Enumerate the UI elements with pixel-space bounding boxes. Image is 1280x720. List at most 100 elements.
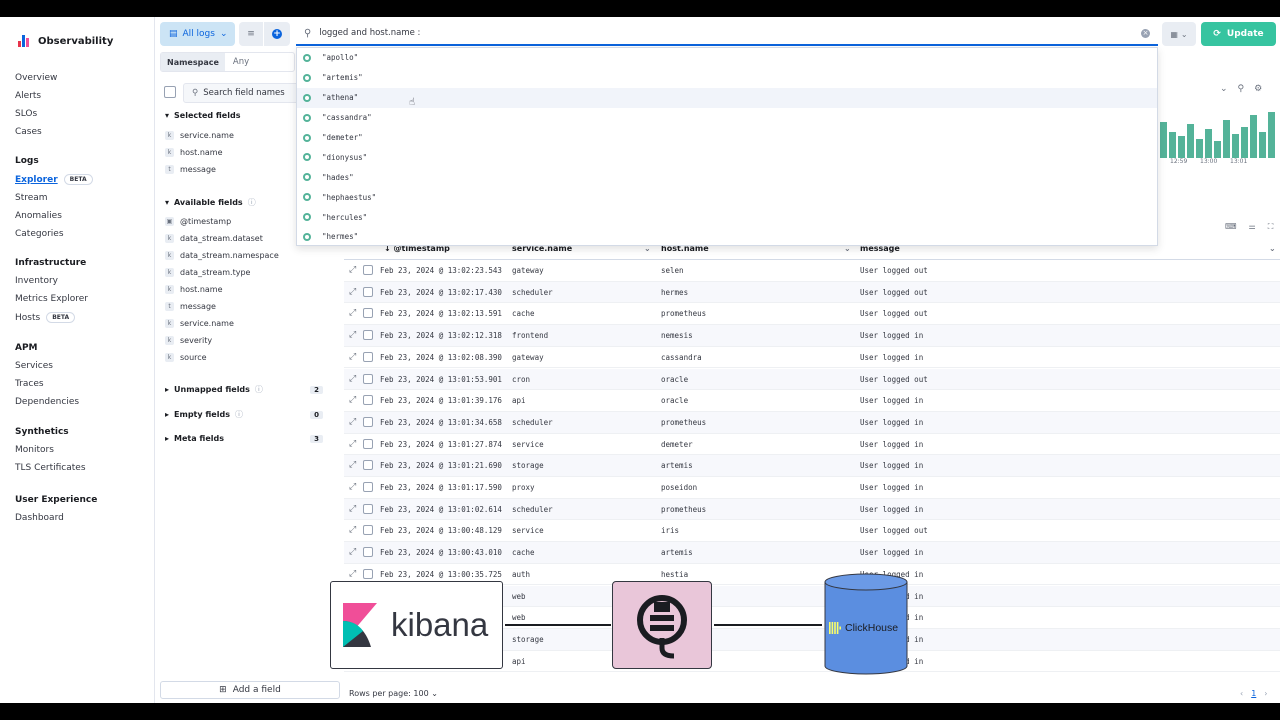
fullscreen-icon[interactable]: ⛶ xyxy=(1268,222,1274,232)
data-view-selector[interactable]: ▤ All logs ⌄ xyxy=(160,22,235,46)
table-row[interactable]: ⤢ Feb 23, 2024 @ 13:02:23.543 gateway selen… xyxy=(344,260,1280,282)
table-row[interactable]: ⤢ Feb 23, 2024 @ 13:02:13.591 cache prometh… xyxy=(344,303,1280,326)
nav-item-metrics-explorer[interactable]: Metrics Explorer xyxy=(15,294,88,304)
expand-row-icon[interactable]: ⤢ xyxy=(349,525,356,535)
expand-row-icon[interactable]: ⤢ xyxy=(349,287,356,297)
row-checkbox[interactable] xyxy=(363,373,373,384)
field-item[interactable]: t message xyxy=(165,302,216,311)
field-item[interactable]: k service.name xyxy=(165,131,234,140)
keyboard-icon[interactable]: ⌨ xyxy=(1225,222,1237,232)
suggestion-item[interactable]: "hephaestus" xyxy=(297,187,1157,207)
page-number[interactable]: 1 xyxy=(1251,689,1256,698)
nav-item-stream[interactable]: Stream xyxy=(15,193,93,203)
date-picker-button[interactable]: ▦ ⌄ xyxy=(1162,22,1196,46)
suggestion-item[interactable]: "cassandra" xyxy=(297,108,1157,128)
suggestion-item[interactable]: "hades" xyxy=(297,167,1157,187)
expand-row-icon[interactable]: ⤢ xyxy=(349,439,356,449)
inspect-icon[interactable]: ⚲ xyxy=(1238,84,1245,94)
namespace-filter[interactable]: Namespace Any xyxy=(160,52,295,72)
suggestion-item[interactable]: "dionysus" xyxy=(297,147,1157,167)
row-checkbox[interactable] xyxy=(363,525,373,536)
suggestion-item[interactable]: "hercules" xyxy=(297,207,1157,227)
row-checkbox[interactable] xyxy=(363,460,373,471)
meta-fields-toggle[interactable]: ▸ Meta fields 3 xyxy=(165,434,333,443)
nav-item-traces[interactable]: Traces xyxy=(15,379,79,389)
chevron-down-icon[interactable]: ⌄ xyxy=(1220,84,1228,94)
table-row[interactable]: ⤢ Feb 23, 2024 @ 13:01:27.874 service demet… xyxy=(344,434,1280,456)
expand-row-icon[interactable]: ⤢ xyxy=(349,417,356,427)
table-row[interactable]: ⤢ Feb 23, 2024 @ 13:00:48.129 service iris U… xyxy=(344,520,1280,543)
row-checkbox[interactable] xyxy=(363,265,373,275)
add-filter-button[interactable]: + xyxy=(264,22,290,46)
nav-item-anomalies[interactable]: Anomalies xyxy=(15,211,93,221)
table-row[interactable]: ⤢ Feb 23, 2024 @ 13:01:21.690 storage artem… xyxy=(344,455,1280,477)
suggestion-item[interactable]: "athena" xyxy=(297,87,1157,108)
row-checkbox[interactable] xyxy=(363,416,373,427)
table-row[interactable]: ⤢ Feb 23, 2024 @ 13:01:53.901 cron oracle Us… xyxy=(344,368,1280,391)
expand-row-icon[interactable]: ⤢ xyxy=(349,482,356,492)
field-item[interactable]: k host.name xyxy=(165,285,223,294)
table-row[interactable]: ⤢ Feb 23, 2024 @ 13:01:39.176 api oracle Use… xyxy=(344,390,1280,412)
row-checkbox[interactable] xyxy=(363,482,373,492)
field-item[interactable]: ▣ @timestamp xyxy=(165,217,231,226)
field-item[interactable]: k severity xyxy=(165,336,212,345)
field-item[interactable]: k data_stream.type xyxy=(165,268,250,277)
column-menu-icon[interactable]: ⌄ xyxy=(1269,244,1276,253)
suggestion-item[interactable]: "artemis" xyxy=(297,68,1157,88)
expand-row-icon[interactable]: ⤢ xyxy=(349,374,356,384)
expand-row-icon[interactable]: ⤢ xyxy=(349,308,356,318)
suggestion-item[interactable]: "apollo" xyxy=(297,48,1157,68)
nav-item-alerts[interactable]: Alerts xyxy=(15,91,57,101)
filter-menu-button[interactable]: ≡ xyxy=(239,22,263,46)
field-item[interactable]: t message xyxy=(165,165,216,174)
nav-item-dependencies[interactable]: Dependencies xyxy=(15,397,79,407)
selected-fields-toggle[interactable]: ▾ Selected fields xyxy=(165,111,240,120)
field-item[interactable]: k service.name xyxy=(165,319,234,328)
expand-row-icon[interactable]: ⤢ xyxy=(349,352,356,362)
expand-row-icon[interactable]: ⤢ xyxy=(349,265,356,275)
field-item[interactable]: k data_stream.namespace xyxy=(165,251,279,260)
row-checkbox[interactable] xyxy=(363,503,373,514)
table-row[interactable]: ⤢ Feb 23, 2024 @ 13:01:02.614 scheduler pro… xyxy=(344,498,1280,521)
expand-row-icon[interactable]: ⤢ xyxy=(349,504,356,514)
row-checkbox[interactable] xyxy=(363,330,373,341)
row-checkbox[interactable] xyxy=(363,438,373,449)
update-button[interactable]: ⟳ Update xyxy=(1201,22,1276,46)
clear-query-icon[interactable]: × xyxy=(1141,29,1150,38)
empty-fields-toggle[interactable]: ▸ Empty fields ⓘ 0 xyxy=(165,409,333,420)
nav-item-inventory[interactable]: Inventory xyxy=(15,276,88,286)
display-settings-icon[interactable]: ⚌ xyxy=(1249,222,1256,232)
nav-item-tls-certificates[interactable]: TLS Certificates xyxy=(15,463,86,473)
table-row[interactable]: ⤢ Feb 23, 2024 @ 13:02:08.390 gateway cassa… xyxy=(344,347,1280,369)
table-row[interactable]: ⤢ Feb 23, 2024 @ 13:01:17.590 proxy poseido… xyxy=(344,477,1280,499)
nav-item-slos[interactable]: SLOs xyxy=(15,109,57,119)
row-checkbox[interactable] xyxy=(363,568,373,579)
field-item[interactable]: k data_stream.dataset xyxy=(165,234,263,243)
prev-page-icon[interactable]: ‹ xyxy=(1240,689,1243,698)
table-row[interactable]: ⤢ Feb 23, 2024 @ 13:01:34.658 scheduler pro… xyxy=(344,411,1280,434)
suggestion-item[interactable]: "hermes" xyxy=(297,227,1157,247)
field-item[interactable]: k host.name xyxy=(165,148,223,157)
expand-row-icon[interactable]: ⤢ xyxy=(349,395,356,405)
row-checkbox[interactable] xyxy=(363,395,373,406)
row-checkbox[interactable] xyxy=(363,308,373,319)
row-checkbox[interactable] xyxy=(363,351,373,362)
row-checkbox[interactable] xyxy=(363,286,373,297)
nav-item-dashboard[interactable]: Dashboard xyxy=(15,513,97,523)
nav-item-services[interactable]: Services xyxy=(15,361,79,371)
nav-item-categories[interactable]: Categories xyxy=(15,229,93,239)
available-fields-toggle[interactable]: ▾ Available fields ⓘ xyxy=(165,197,256,208)
row-checkbox[interactable] xyxy=(363,547,373,558)
add-field-button[interactable]: ⊞ Add a field xyxy=(160,681,340,699)
table-row[interactable]: ⤢ Feb 23, 2024 @ 13:00:43.010 cache artemis… xyxy=(344,542,1280,564)
table-row[interactable]: ⤢ Feb 23, 2024 @ 13:02:17.430 scheduler her… xyxy=(344,281,1280,304)
nav-item-hosts[interactable]: Hosts BETA xyxy=(15,312,88,323)
gear-icon[interactable]: ⚙ xyxy=(1254,84,1262,94)
nav-item-cases[interactable]: Cases xyxy=(15,127,57,137)
nav-item-explorer[interactable]: Explorer BETA xyxy=(15,174,93,185)
expand-row-icon[interactable]: ⤢ xyxy=(349,547,356,557)
rows-per-page-selector[interactable]: Rows per page: 100 ⌄ xyxy=(349,689,438,698)
expand-row-icon[interactable]: ⤢ xyxy=(349,330,356,340)
next-page-icon[interactable]: › xyxy=(1264,689,1267,698)
expand-row-icon[interactable]: ⤢ xyxy=(349,460,356,470)
